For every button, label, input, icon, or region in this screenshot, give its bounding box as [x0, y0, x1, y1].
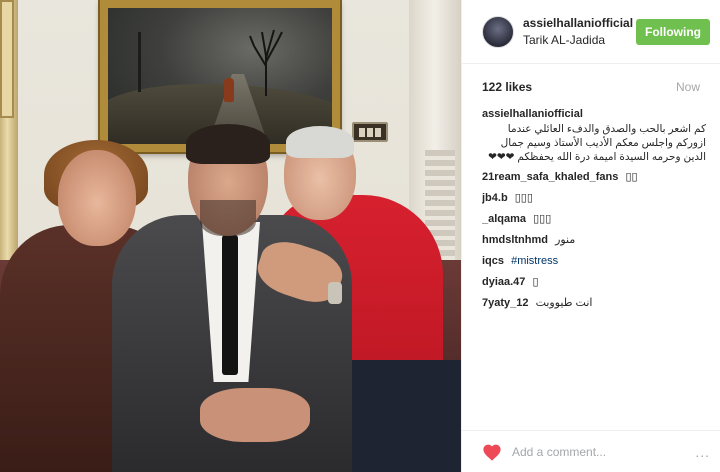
avatar[interactable]	[482, 15, 514, 48]
instagram-post: assielhallaniofficial Tarik AL-Jadida Fo…	[0, 0, 720, 472]
clasped-hands	[200, 388, 310, 442]
post-sidebar: assielhallaniofficial Tarik AL-Jadida Fo…	[461, 0, 720, 472]
wristwatch	[328, 282, 342, 304]
list-item: _alqama ▯▯▯	[482, 212, 706, 227]
comment-text: ▯▯	[625, 171, 638, 183]
heart-icon[interactable]	[482, 443, 502, 461]
list-item: hmdsltnhmd منور	[482, 233, 706, 248]
comment-text: ▯	[532, 276, 539, 288]
black-tie	[222, 235, 238, 375]
older-man-hair	[286, 126, 354, 158]
list-item: 7yaty_12 انت طيووبت	[482, 296, 706, 311]
location-link[interactable]: Tarik AL-Jadida	[523, 33, 636, 47]
man-beard	[200, 200, 256, 236]
comment-text: ▯▯▯	[514, 192, 533, 204]
likes-count[interactable]: 122 likes	[482, 80, 532, 94]
username-link[interactable]: assielhallaniofficial	[523, 16, 636, 30]
caption-text: كم اشعر بالحب والصدق والدفء العائلي عندم…	[488, 123, 706, 163]
comment-author[interactable]: jb4.b	[482, 192, 508, 204]
comment-author[interactable]: dyiaa.47	[482, 276, 525, 288]
post-time: Now	[675, 80, 700, 94]
caption-author[interactable]: assielhallaniofficial	[482, 108, 583, 120]
list-item: jb4.b ▯▯▯	[482, 191, 706, 206]
list-item: iqcs #mistress	[482, 254, 706, 269]
post-header: assielhallaniofficial Tarik AL-Jadida Fo…	[462, 0, 720, 64]
comment-text: ▯▯▯	[533, 213, 552, 225]
comment-author[interactable]: hmdsltnhmd	[482, 234, 548, 246]
hashtag-link[interactable]: #mistress	[511, 255, 558, 267]
ellipsis-icon[interactable]: ...	[695, 444, 710, 460]
woman-face	[58, 150, 136, 246]
list-item: dyiaa.47 ▯	[482, 275, 706, 290]
light-switch	[352, 122, 388, 142]
man-hair	[186, 124, 270, 164]
post-photo[interactable]	[0, 0, 461, 472]
list-item: 21ream_safa_khaled_fans ▯▯	[482, 170, 706, 185]
add-comment-input[interactable]	[512, 444, 696, 459]
comments-list: assielhallaniofficial كم اشعر بالحب والص…	[462, 94, 720, 311]
comment-author[interactable]: 7yaty_12	[482, 297, 529, 309]
tree-shape	[249, 29, 283, 96]
comment-bar: ...	[462, 430, 720, 472]
comment-text: انت طيووبت	[535, 297, 593, 309]
comment-author[interactable]: iqcs	[482, 255, 504, 267]
post-stats: 122 likes Now	[462, 64, 720, 94]
comment-author[interactable]: _alqama	[482, 213, 526, 225]
following-button[interactable]: Following	[636, 18, 710, 45]
comment-author[interactable]: 21ream_safa_khaled_fans	[482, 171, 618, 183]
caption: assielhallaniofficial كم اشعر بالحب والص…	[482, 107, 706, 164]
comment-text: منور	[555, 234, 576, 246]
user-meta: assielhallaniofficial Tarik AL-Jadida	[523, 16, 636, 47]
